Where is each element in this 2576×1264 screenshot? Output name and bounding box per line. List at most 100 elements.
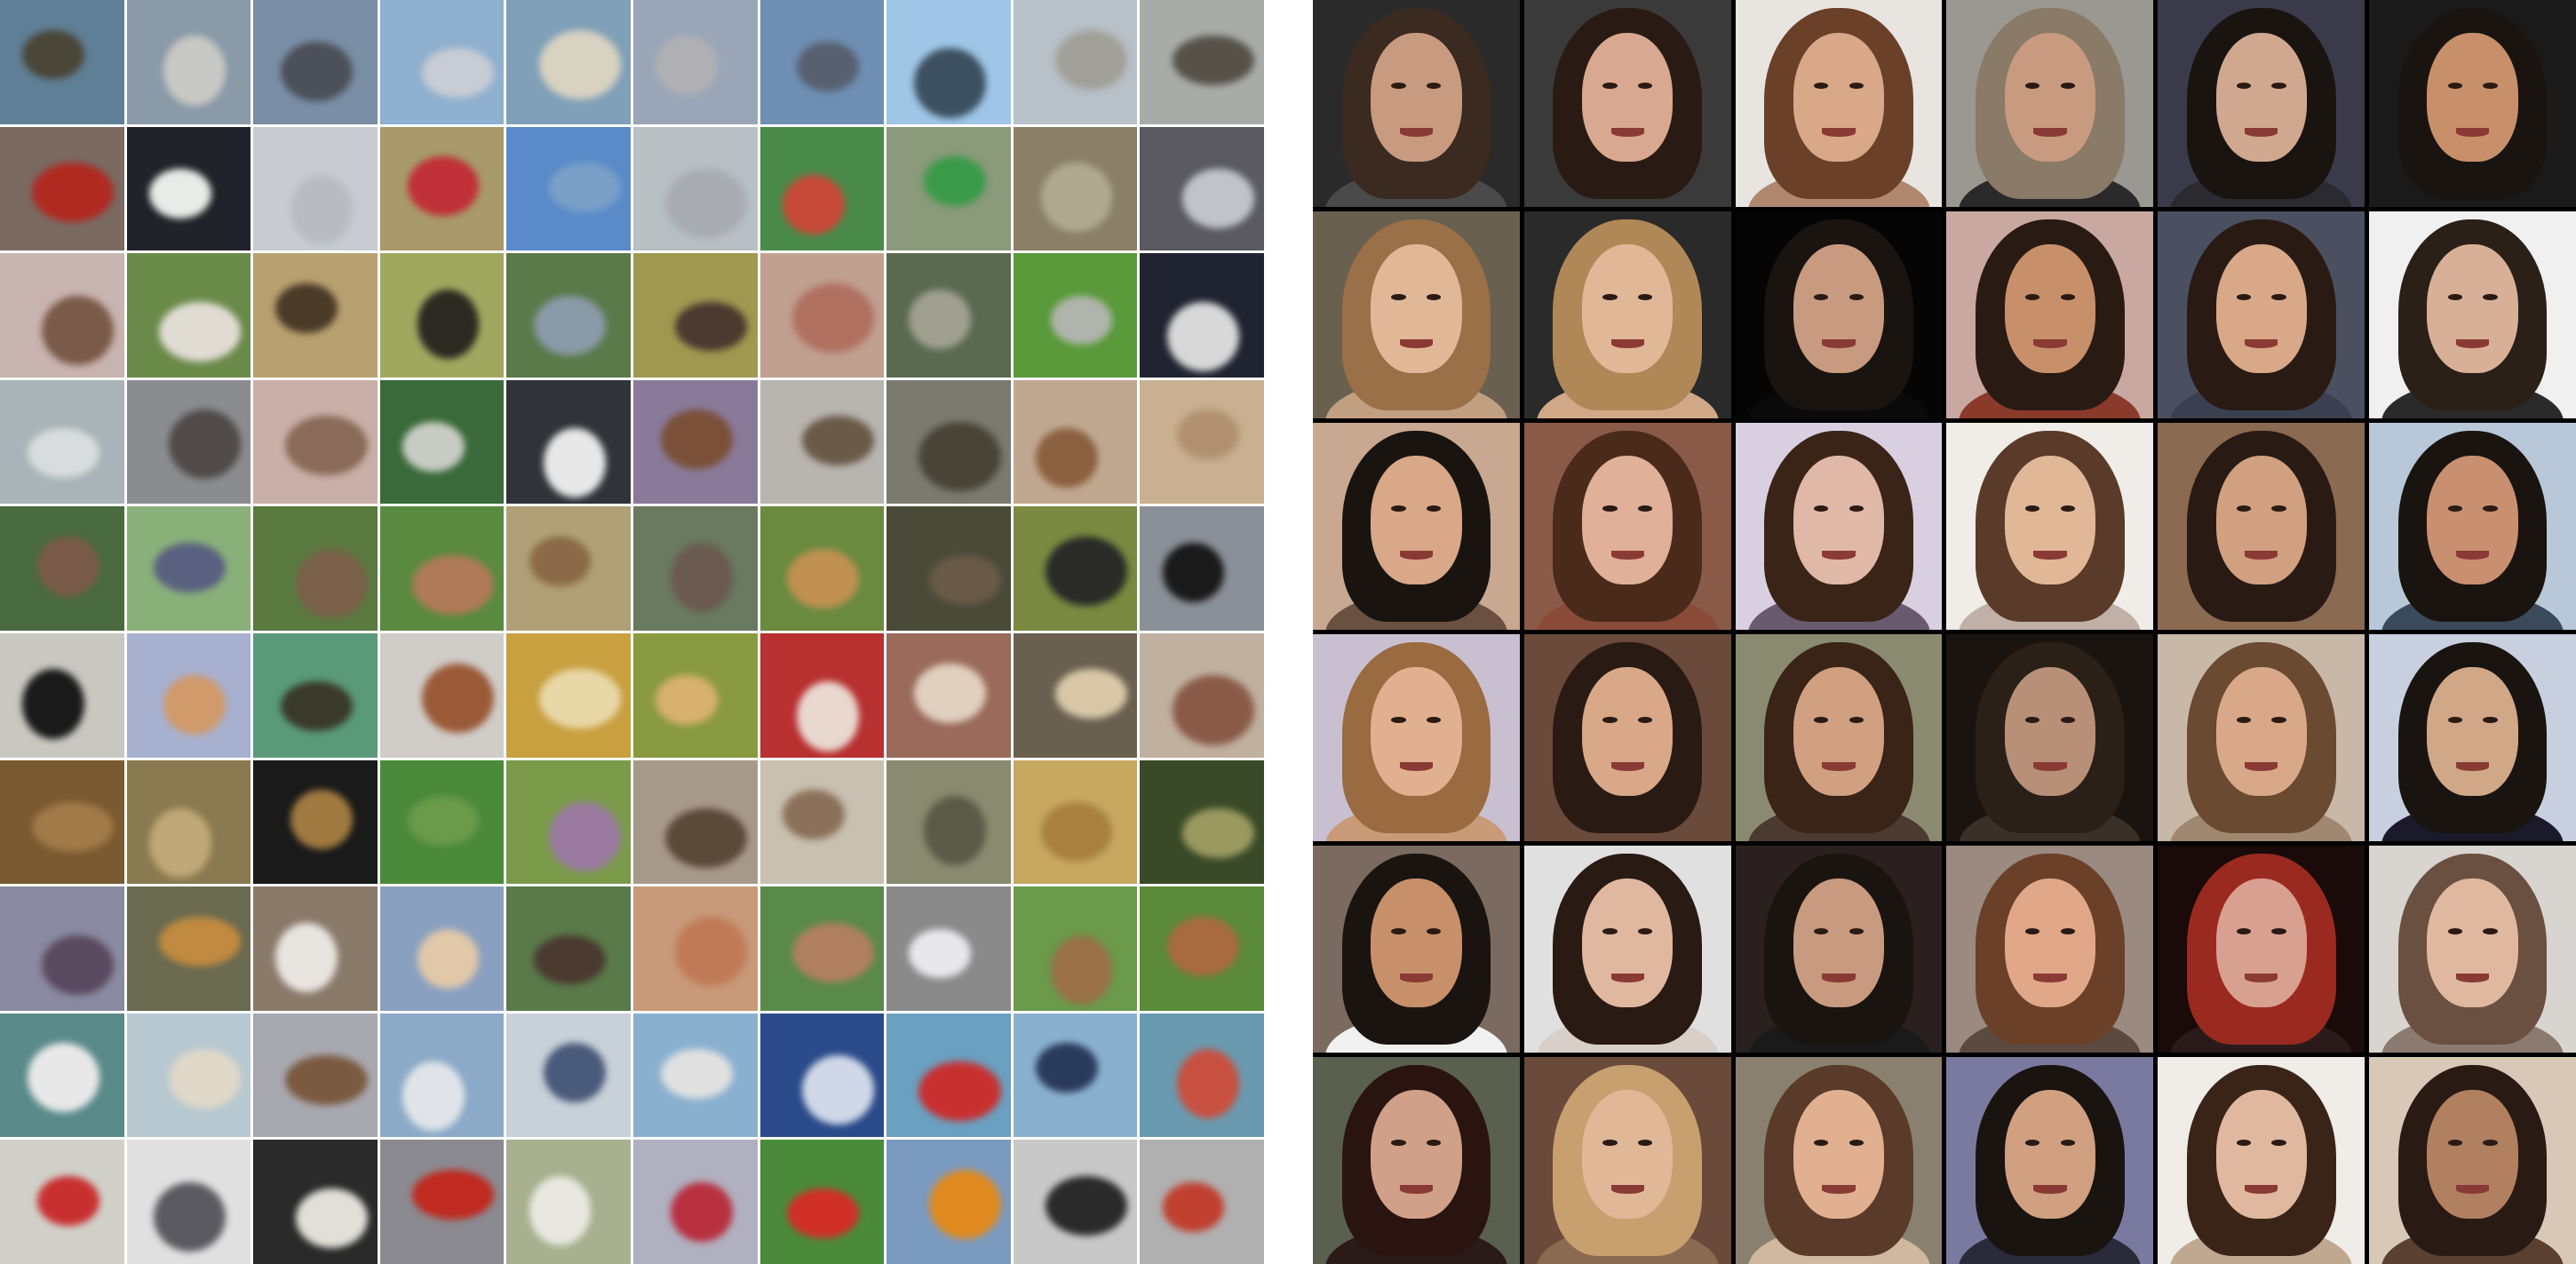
sample-subject — [791, 922, 874, 982]
portrait-eye — [2483, 1140, 2498, 1147]
face-portrait — [2158, 634, 2365, 841]
sample-thumbnail — [886, 759, 1011, 885]
sample-thumbnail — [633, 886, 758, 1011]
sample-thumbnail — [1013, 886, 1138, 1011]
sample-subject — [36, 1175, 99, 1226]
portrait-mouth — [2033, 1185, 2067, 1194]
sample-subject — [295, 548, 368, 619]
portrait-mouth — [2033, 551, 2067, 560]
sample-thumbnail — [126, 633, 251, 758]
cifar-sample-grid — [0, 0, 1264, 1264]
sample-subject — [422, 663, 495, 733]
portrait-face — [1582, 33, 1674, 162]
face-portrait — [1946, 1057, 2154, 1264]
sample-subject — [163, 675, 227, 735]
sample-thumbnail — [506, 253, 631, 378]
sample-subject — [909, 289, 972, 349]
face-portrait — [1313, 423, 1520, 630]
sample-subject — [548, 802, 621, 872]
portrait-face — [2004, 1090, 2096, 1219]
face-portrait — [1313, 846, 1520, 1053]
sample-thumbnail — [506, 0, 631, 124]
sample-subject — [660, 409, 733, 470]
sample-thumbnail — [886, 1140, 1011, 1264]
face-portrait — [1735, 211, 1943, 418]
sample-thumbnail — [1140, 633, 1264, 758]
portrait-eye — [2271, 294, 2286, 301]
face-portrait — [2369, 634, 2576, 841]
face-portrait — [2158, 1057, 2365, 1264]
face-portrait — [2369, 0, 2576, 207]
sample-thumbnail — [379, 886, 505, 1011]
face-portrait — [2369, 1057, 2576, 1264]
sample-subject — [32, 802, 115, 852]
sample-thumbnail — [1013, 1013, 1138, 1138]
sample-subject — [918, 422, 1001, 492]
sample-subject — [782, 790, 845, 839]
sample-thumbnail — [633, 126, 758, 251]
portrait-face — [2215, 667, 2307, 796]
portrait-mouth — [2033, 339, 2067, 348]
face-portrait — [1735, 423, 1943, 630]
sample-subject — [1181, 808, 1254, 858]
sample-subject — [1046, 536, 1128, 607]
portrait-eye — [1602, 505, 1618, 513]
sample-thumbnail — [506, 633, 631, 758]
portrait-mouth — [2245, 1185, 2278, 1194]
sample-thumbnail — [633, 379, 758, 505]
sample-subject — [1167, 916, 1240, 976]
sample-thumbnail — [379, 253, 505, 378]
portrait-face — [1371, 878, 1462, 1007]
sample-subject — [22, 29, 84, 80]
face-portrait — [1946, 846, 2154, 1053]
portrait-eye — [2483, 294, 2498, 301]
sample-thumbnail — [1140, 886, 1264, 1011]
portrait-face — [2215, 456, 2307, 584]
sample-subject — [417, 928, 480, 989]
sample-subject — [285, 1055, 368, 1106]
sample-subject — [1050, 934, 1113, 1005]
sample-thumbnail — [126, 379, 251, 505]
sample-thumbnail — [633, 1013, 758, 1138]
sample-thumbnail — [633, 633, 758, 758]
sample-subject — [782, 175, 845, 235]
portrait-mouth — [2033, 762, 2067, 771]
sample-subject — [42, 934, 115, 995]
sample-thumbnail — [759, 253, 885, 378]
face-portrait — [1946, 211, 2154, 418]
sample-subject — [169, 1049, 241, 1109]
sample-subject — [27, 428, 99, 479]
sample-thumbnail — [886, 0, 1011, 124]
sample-subject — [148, 808, 211, 878]
portrait-face — [2215, 244, 2307, 373]
sample-thumbnail — [759, 633, 885, 758]
face-portrait — [1313, 1057, 1520, 1264]
sample-subject — [913, 663, 986, 723]
sample-subject — [290, 175, 353, 245]
sample-subject — [275, 922, 338, 992]
sample-thumbnail — [633, 759, 758, 885]
face-portrait — [2369, 211, 2576, 418]
face-portrait — [1735, 0, 1943, 207]
portrait-face — [1371, 456, 1462, 584]
sample-subject — [290, 790, 353, 850]
sample-subject — [412, 554, 495, 615]
sample-thumbnail — [1140, 0, 1264, 124]
sample-thumbnail — [126, 1140, 251, 1264]
portrait-mouth — [1399, 1185, 1434, 1194]
portrait-face — [1582, 244, 1674, 373]
sample-subject — [797, 42, 860, 92]
portrait-mouth — [2455, 974, 2490, 982]
sample-subject — [154, 1181, 227, 1252]
sample-thumbnail — [1140, 253, 1264, 378]
sample-subject — [660, 1049, 733, 1100]
sample-subject — [148, 169, 211, 219]
sample-thumbnail — [379, 1013, 505, 1138]
sample-subject — [1167, 301, 1240, 371]
sample-thumbnail — [379, 506, 505, 631]
face-portrait — [2369, 846, 2576, 1053]
portrait-face — [2004, 667, 2096, 796]
sample-subject — [1050, 295, 1113, 346]
sample-subject — [909, 928, 972, 979]
face-portrait — [2158, 423, 2365, 630]
